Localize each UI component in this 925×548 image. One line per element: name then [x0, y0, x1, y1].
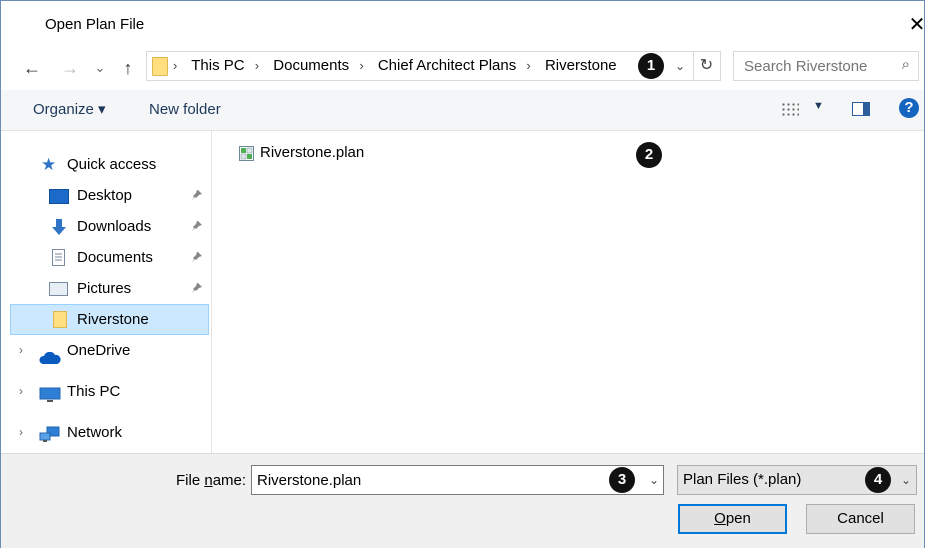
folder-icon	[152, 57, 168, 76]
window-title: Open Plan File	[45, 16, 145, 33]
sidebar-item-documents[interactable]: Documents	[49, 243, 209, 273]
forward-arrow-icon[interactable]: →	[57, 56, 83, 80]
new-folder-button[interactable]: New folder	[149, 90, 221, 130]
pin-icon	[191, 251, 203, 266]
up-arrow-icon[interactable]: ↑	[115, 56, 141, 80]
star-icon: ★	[41, 155, 57, 174]
pin-icon	[191, 282, 203, 297]
address-dropdown-icon[interactable]: ⌄	[670, 51, 690, 81]
title-bar: Open Plan File ✕	[1, 1, 925, 47]
folder-icon	[53, 311, 67, 328]
sidebar-item-label: Downloads	[77, 218, 152, 235]
expand-chevron-icon[interactable]: ›	[19, 425, 23, 439]
download-arrow-icon	[51, 218, 67, 236]
breadcrumb-separator-icon: ›	[173, 58, 178, 73]
command-toolbar: Organize ▾ New folder ▼ ?	[1, 90, 924, 131]
view-dropdown-icon[interactable]: ▼	[813, 100, 824, 112]
organize-button[interactable]: Organize ▾	[33, 90, 106, 130]
open-plan-file-dialog: Open Plan File ✕ ← → ⌄ ↑ › This PC › Doc…	[0, 0, 925, 548]
navigation-pane: ★ Quick access Desktop Downloads Documen…	[1, 131, 212, 453]
search-icon: ⌕	[901, 56, 910, 73]
open-button[interactable]: Open	[678, 504, 787, 534]
file-name-label-prefix: File	[176, 472, 205, 489]
cloud-icon	[39, 345, 61, 364]
open-button-accesskey: O	[714, 510, 726, 527]
sidebar-item-label: Desktop	[77, 187, 133, 204]
document-icon	[52, 249, 65, 266]
open-button-label: pen	[725, 510, 751, 527]
sidebar-item-label: Riverstone	[77, 311, 149, 328]
pin-icon	[191, 189, 203, 204]
sidebar-item-label: This PC	[67, 383, 121, 400]
breadcrumb-this-pc[interactable]: This PC	[191, 57, 244, 74]
breadcrumb: › This PC › Documents › Chief Architect …	[173, 52, 623, 80]
callout-badge-4: 4	[865, 467, 891, 493]
file-type-value: Plan Files (*.plan)	[683, 471, 802, 488]
file-name-combobox[interactable]: ⌄	[251, 465, 664, 495]
chevron-down-icon[interactable]: ⌄	[649, 466, 659, 494]
close-icon[interactable]: ✕	[905, 13, 925, 37]
sidebar-item-pictures[interactable]: Pictures	[49, 274, 209, 304]
sidebar-item-riverstone[interactable]: Riverstone	[49, 305, 209, 335]
cancel-button[interactable]: Cancel	[806, 504, 915, 534]
chevron-down-icon[interactable]: ⌄	[901, 466, 911, 494]
sidebar-item-label: Network	[67, 424, 123, 441]
file-name-label-suffix: ame:	[212, 472, 247, 489]
preview-pane-icon[interactable]	[852, 102, 870, 116]
sidebar-item-desktop[interactable]: Desktop	[49, 181, 209, 211]
computer-icon	[39, 384, 61, 402]
callout-badge-2: 2	[636, 142, 662, 168]
sidebar-item-label: OneDrive	[67, 342, 131, 359]
plan-file-icon	[239, 145, 254, 161]
bottom-panel: File name: ⌄ 3 Plan Files (*.plan) ⌄ 4 O…	[1, 453, 924, 548]
file-list: Riverstone.plan 2	[213, 131, 924, 453]
expand-chevron-icon[interactable]: ›	[19, 384, 23, 398]
pictures-icon	[49, 282, 68, 296]
sidebar-item-label: Documents	[77, 249, 153, 266]
file-name-label: Riverstone.plan	[260, 144, 365, 161]
breadcrumb-documents[interactable]: Documents	[273, 57, 349, 74]
file-name-label-accesskey: n	[204, 472, 213, 489]
recent-locations-chevron-icon[interactable]: ⌄	[89, 56, 111, 80]
breadcrumb-riverstone[interactable]: Riverstone	[545, 57, 617, 74]
view-options-icon[interactable]	[781, 102, 799, 118]
expand-chevron-icon[interactable]: ›	[19, 343, 23, 357]
breadcrumb-separator-icon: ›	[359, 58, 364, 73]
address-bar[interactable]: › This PC › Documents › Chief Architect …	[146, 51, 721, 81]
breadcrumb-separator-icon: ›	[254, 58, 260, 73]
sidebar-item-label: Pictures	[77, 280, 132, 297]
refresh-icon[interactable]: ↻	[693, 51, 719, 81]
file-name-field[interactable]	[252, 466, 597, 494]
help-icon[interactable]: ?	[899, 98, 919, 118]
back-arrow-icon[interactable]: ←	[19, 56, 45, 80]
pin-icon	[191, 220, 203, 235]
sidebar-item-downloads[interactable]: Downloads	[49, 212, 209, 242]
file-name-label: File name:	[176, 472, 246, 489]
sidebar-item-label: Quick access	[67, 156, 157, 173]
desktop-icon	[49, 189, 69, 204]
breadcrumb-separator-icon: ›	[526, 58, 531, 73]
network-icon	[39, 424, 61, 442]
search-box[interactable]: ⌕	[733, 51, 919, 81]
callout-badge-1: 1	[638, 53, 664, 79]
breadcrumb-chief-architect-plans[interactable]: Chief Architect Plans	[378, 57, 516, 74]
callout-badge-3: 3	[609, 467, 635, 493]
search-input[interactable]	[734, 52, 894, 80]
